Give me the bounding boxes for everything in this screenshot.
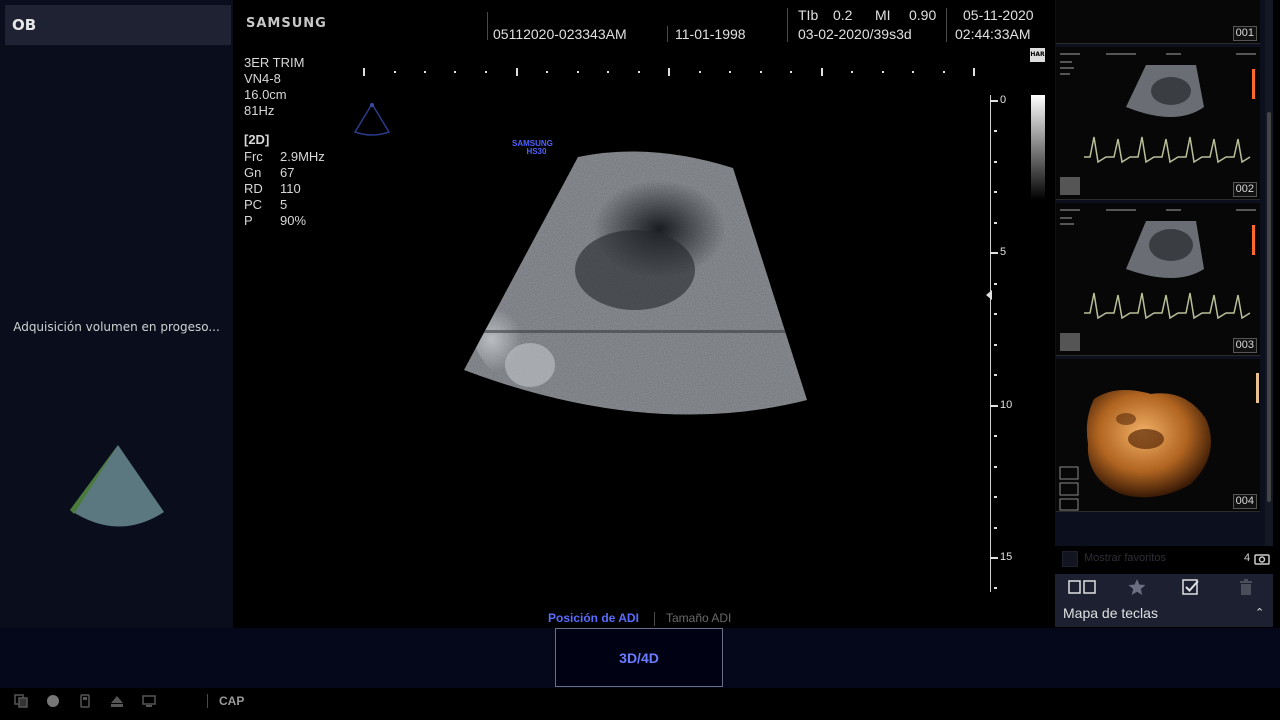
param-row: Frc 2.9MHz: [244, 149, 325, 165]
ultrasound-image: [464, 151, 807, 415]
param-row: RD 110: [244, 181, 301, 197]
har-badge: HAR: [1030, 48, 1045, 62]
lateral-ruler: [363, 68, 975, 76]
thumbnail-item[interactable]: 001: [1056, 0, 1260, 44]
birth-date: 11-01-1998: [675, 26, 746, 42]
adi-position-tab[interactable]: Posición de ADI: [548, 611, 639, 625]
exam-time: 02:44:33AM: [955, 26, 1031, 42]
adi-size-tab[interactable]: Tamaño ADI: [666, 611, 731, 625]
usb-icon[interactable]: [78, 694, 92, 708]
depth-label-0: 0: [1000, 94, 1007, 106]
compare-view-button[interactable]: [1055, 574, 1110, 600]
depth-label-5: 5: [1000, 246, 1007, 258]
left-panel: [0, 0, 233, 628]
checkbox-icon: [1182, 579, 1199, 595]
grayscale-bar: [1031, 95, 1045, 200]
image-count: 4: [1244, 552, 1251, 564]
lmp-ga: 03-02-2020/39s3d: [798, 26, 912, 42]
3d4d-button[interactable]: 3D/4D: [555, 628, 723, 687]
depth-label-10: 10: [1000, 399, 1013, 411]
param-row: P 90%: [244, 213, 306, 229]
tib-label: TIb: [798, 7, 819, 23]
param-name: Gn: [244, 165, 262, 180]
favorites-checkbox[interactable]: [1062, 551, 1078, 567]
thumbnail-item[interactable]: 003: [1056, 203, 1260, 356]
header-divider: [487, 12, 488, 40]
delete-button[interactable]: [1219, 574, 1274, 600]
thumbnail-item[interactable]: 004: [1056, 359, 1260, 512]
dual-view-icon: [1068, 580, 1096, 594]
thumbnail-doppler-image: [1060, 53, 1256, 195]
param-value: 90%: [280, 213, 307, 228]
param-value: 2.9MHz: [280, 149, 325, 164]
header-divider: [667, 26, 668, 42]
probe-label: VN4-8: [244, 71, 281, 86]
thumbnail-toolbar: [1055, 574, 1273, 600]
thumbnail-number: 004: [1232, 494, 1257, 509]
header-divider: [946, 8, 947, 42]
monitor-icon[interactable]: [142, 694, 156, 708]
status-divider: [207, 694, 208, 708]
param-name: P: [244, 213, 253, 228]
cap-indicator: CAP: [219, 694, 245, 708]
depth-label-15: 15: [1000, 551, 1013, 563]
scrollbar-thumb[interactable]: [1267, 112, 1271, 502]
chevron-up-icon[interactable]: ⌃: [1255, 606, 1264, 619]
depth-scale: [986, 95, 998, 592]
favorite-button[interactable]: [1110, 574, 1165, 600]
header-divider: [787, 8, 788, 42]
param-value: 5: [280, 197, 288, 212]
preset-label: 3ER TRIM: [244, 55, 305, 70]
thumbnail-item[interactable]: 002: [1056, 47, 1260, 200]
brand-logo: SAMSUNG: [246, 16, 327, 31]
frame-rate-label: 81Hz: [244, 103, 275, 118]
acquisition-status-text: Adquisición volumen en progeso...: [13, 320, 220, 334]
status-bar: [0, 688, 1280, 720]
patient-id: 05112020-023343AM: [493, 26, 627, 42]
param-row: PC 5: [244, 197, 287, 213]
param-name: PC: [244, 197, 263, 212]
adi-divider: [654, 612, 655, 626]
param-row: Gn 67: [244, 165, 294, 181]
volume-cone-icon: [70, 445, 164, 527]
thumbnail-doppler-image: [1060, 209, 1256, 351]
param-name: Frc: [244, 149, 263, 164]
depth-label: 16.0cm: [244, 87, 287, 102]
keymap-panel-header[interactable]: Mapa de teclas: [1055, 600, 1273, 627]
trash-icon: [1239, 579, 1252, 595]
tib-value: 0.2: [833, 7, 853, 23]
mi-value: 0.90: [909, 7, 937, 23]
select-button[interactable]: [1164, 574, 1219, 600]
param-name: RD: [244, 181, 263, 196]
probe-orientation-icon: [353, 102, 391, 136]
thumbnail-number: 003: [1232, 338, 1257, 353]
copy-icon[interactable]: [14, 694, 28, 708]
thumbnail-number: 002: [1232, 182, 1257, 197]
camera-icon: [1254, 554, 1270, 565]
mode-2d-label: [2D]: [244, 132, 270, 147]
mode-tab-ob[interactable]: OB: [5, 5, 231, 45]
exam-date: 05-11-2020: [963, 7, 1034, 23]
param-value: 110: [280, 181, 301, 196]
thumbnail-number: 001: [1232, 26, 1257, 41]
favorites-label: Mostrar favoritos: [1084, 552, 1166, 564]
mi-label: MI: [875, 7, 891, 23]
eject-icon[interactable]: [110, 694, 124, 708]
param-value: 67: [280, 165, 295, 180]
star-icon: [1128, 579, 1146, 595]
record-icon[interactable]: [46, 694, 60, 708]
thumbnail-3d-render: [1059, 373, 1259, 511]
